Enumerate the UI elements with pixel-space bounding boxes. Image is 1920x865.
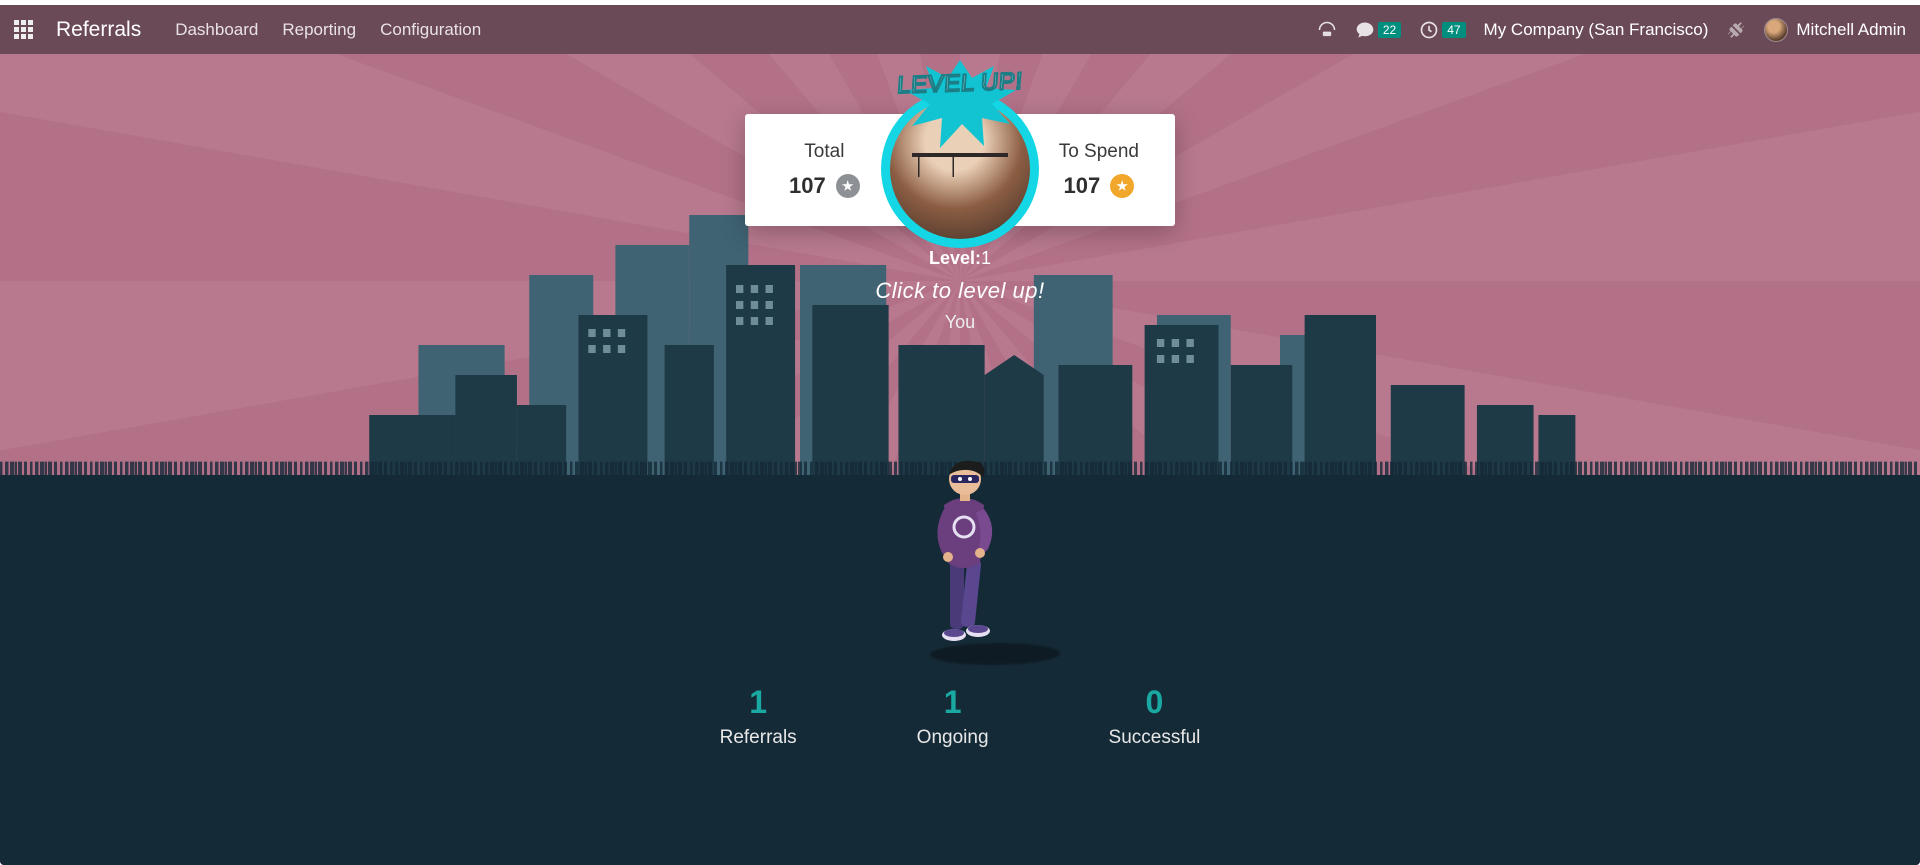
level-prefix: Level:: [929, 248, 981, 268]
level-up-text: LEVEL UP!: [881, 71, 1039, 96]
level-up-banner: LEVEL UP!: [860, 64, 1060, 144]
top-navbar: Referrals Dashboard Reporting Configurat…: [0, 5, 1920, 54]
level-indicator: Level:1: [929, 248, 991, 269]
nav-configuration[interactable]: Configuration: [376, 14, 485, 46]
you-label: You: [945, 312, 975, 333]
messages-icon[interactable]: 22: [1355, 20, 1401, 40]
level-value: 1: [981, 248, 991, 268]
nav-dashboard[interactable]: Dashboard: [171, 14, 262, 46]
click-to-level-up[interactable]: Click to level up!: [875, 278, 1044, 304]
messages-badge: 22: [1378, 22, 1401, 38]
stats-row: 1 Referrals 1 Ongoing 0 Successful: [720, 684, 1201, 749]
points-total-label: Total: [804, 141, 844, 163]
points-spend-label: To Spend: [1059, 141, 1139, 163]
star-gray-icon: [836, 174, 860, 198]
activities-icon[interactable]: 47: [1419, 20, 1465, 40]
app-brand[interactable]: Referrals: [56, 18, 141, 42]
stat-referrals-value: 1: [720, 684, 797, 721]
user-name-label: Mitchell Admin: [1796, 20, 1906, 40]
stat-successful-value: 0: [1109, 684, 1201, 721]
points-spend: To Spend 107: [1059, 141, 1139, 199]
apps-icon[interactable]: [14, 20, 34, 40]
company-switcher[interactable]: My Company (San Francisco): [1484, 20, 1709, 40]
user-menu[interactable]: Mitchell Admin: [1764, 18, 1906, 42]
telephony-icon[interactable]: [1317, 20, 1337, 40]
hero-character: [920, 439, 1000, 659]
avatar-icon: [1764, 18, 1788, 42]
stat-ongoing-value: 1: [917, 684, 989, 721]
stat-successful[interactable]: 0 Successful: [1109, 684, 1201, 749]
stat-ongoing[interactable]: 1 Ongoing: [917, 684, 989, 749]
points-total-value: 107: [789, 173, 826, 199]
stat-referrals-label: Referrals: [720, 727, 797, 749]
activities-badge: 47: [1442, 22, 1465, 38]
points-spend-value: 107: [1063, 173, 1100, 199]
stat-referrals[interactable]: 1 Referrals: [720, 684, 797, 749]
nav-reporting[interactable]: Reporting: [278, 14, 360, 46]
points-total: Total 107: [789, 141, 860, 199]
stat-ongoing-label: Ongoing: [917, 727, 989, 749]
star-gold-icon: [1110, 174, 1134, 198]
dashboard-stage: LEVEL UP! Total 107 To Spend 107 Level:1…: [0, 54, 1920, 865]
debug-tools-icon[interactable]: [1726, 20, 1746, 40]
stat-successful-label: Successful: [1109, 727, 1201, 749]
